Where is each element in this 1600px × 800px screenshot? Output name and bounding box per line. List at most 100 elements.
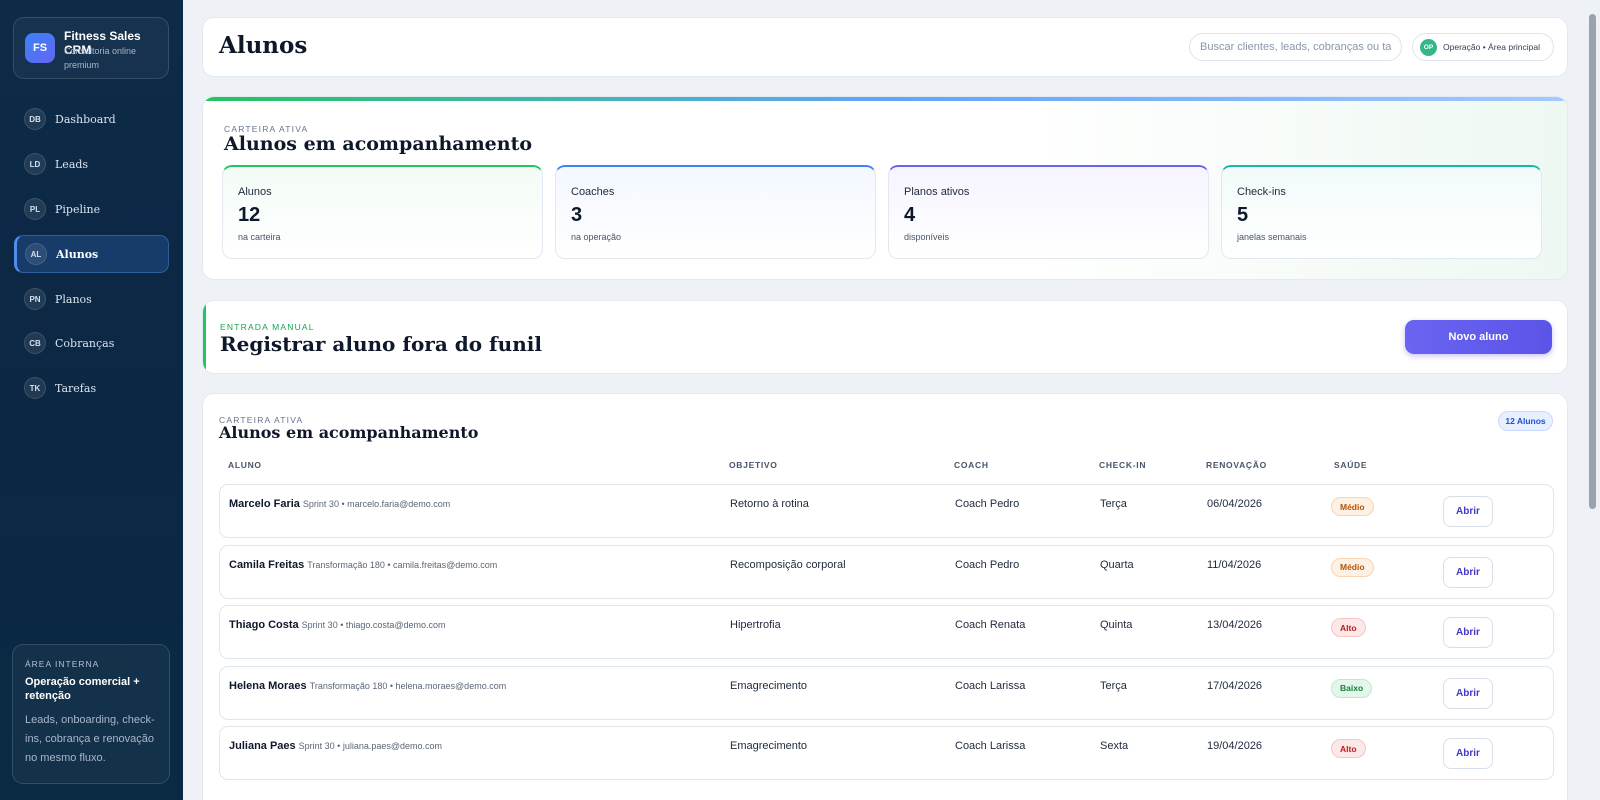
topbar: Alunos OP Operação • Área principal [202,17,1568,77]
nav-label: Planos [55,292,92,306]
student-meta: Sprint 30 • juliana.paes@demo.com [298,741,443,751]
portfolio-summary: CARTEIRA ATIVA Alunos em acompanhamento … [202,96,1568,280]
nav-badge: CB [24,332,46,354]
table-row[interactable]: Helena Moraes Transformação 180 • helena.… [219,665,1554,720]
sidebar-item-planos[interactable]: PN Planos [14,280,169,318]
accent-bar [203,301,206,373]
goal-cell: Retorno à rotina [730,498,809,510]
checkin-cell: Terça [1100,498,1127,510]
stat-card-check-ins: Check-ins 5 janelas semanais [1221,165,1542,259]
table-row[interactable]: Marcelo Faria Sprint 30 • marcelo.faria@d… [219,484,1554,538]
sidebar-item-tarefas[interactable]: TK Tarefas [14,369,169,407]
coach-cell: Coach Larissa [955,740,1026,752]
stat-sub: janelas semanais [1237,232,1307,242]
goal-cell: Emagrecimento [730,679,808,692]
goal-cell: Hipertrofia [730,619,781,631]
nav-label: Alunos [56,247,99,261]
checkin-cell: Quarta [1100,558,1134,571]
student-meta: Transformação 180 • helena.moraes@demo.c… [309,680,507,691]
student-cell: Juliana Paes Sprint 30 • juliana.paes@dem… [229,740,442,752]
scrollbar[interactable] [1589,14,1596,509]
student-name[interactable]: Juliana Paes [229,740,296,752]
open-button[interactable]: Abrir [1443,677,1493,709]
sidebar-item-leads[interactable]: LD Leads [14,145,169,183]
stat-label: Alunos [238,186,272,198]
stat-card-coaches: Coaches 3 na operação [555,165,876,259]
coach-cell: Coach Pedro [955,498,1020,510]
nav-badge: PN [24,288,46,310]
sidebar-item-alunos[interactable]: AL Alunos [14,235,169,273]
checkin-cell: Terça [1100,679,1127,692]
nav-label: Cobranças [55,336,115,350]
count-badge: 12 Alunos [1498,411,1553,431]
student-cell: Thiago Costa Sprint 30 • thiago.costa@dem… [229,619,446,631]
health-badge: Alto [1331,739,1366,758]
sidebar-item-dashboard[interactable]: DB Dashboard [14,100,169,138]
student-cell: Marcelo Faria Sprint 30 • marcelo.faria@d… [229,498,450,510]
nav-badge: TK [24,377,46,399]
health-badge: Médio [1331,557,1374,577]
renewal-cell: 13/04/2026 [1207,619,1263,631]
area-description: Leads, onboarding, check-ins, cobrança e… [25,714,155,764]
renewal-cell: 19/04/2026 [1207,740,1263,752]
student-meta: Sprint 30 • thiago.costa@demo.com [301,620,446,630]
student-cell: Camila Freitas Transformação 180 • camila… [229,559,497,571]
column-header: RENOVAÇÃO [1206,460,1267,470]
column-header: OBJETIVO [729,460,778,470]
stat-value: 12 [238,204,261,226]
renewal-cell: 17/04/2026 [1207,679,1263,692]
nav-label: Leads [55,157,89,171]
stat-label: Check-ins [1237,186,1286,198]
stat-card-alunos: Alunos 12 na carteira [222,165,543,259]
health-badge: Médio [1331,497,1374,516]
nav-badge: PL [24,198,46,220]
stat-value: 3 [571,204,583,226]
sidebar-item-cobrancas[interactable]: CB Cobranças [14,324,169,362]
sidebar-item-pipeline[interactable]: PL Pipeline [14,190,169,228]
student-meta: Sprint 30 • marcelo.faria@demo.com [302,499,451,509]
health-badge: Alto [1331,618,1366,637]
list-title: Alunos em acompanhamento [219,423,479,442]
student-cell: Helena Moraes Transformação 180 • helena.… [229,680,506,692]
nav-badge: LD [24,153,46,175]
open-button[interactable]: Abrir [1443,556,1493,588]
open-button[interactable]: Abrir [1443,496,1493,527]
checkin-cell: Sexta [1100,740,1129,752]
nav-badge: DB [24,108,46,130]
coach-cell: Coach Renata [955,619,1026,631]
table-row[interactable]: Camila Freitas Transformação 180 • camila… [219,544,1554,599]
coach-cell: Coach Larissa [955,679,1026,692]
stat-sub: na carteira [238,232,281,242]
checkin-cell: Quinta [1100,619,1133,631]
nav-label: Tarefas [55,381,97,395]
nav-label: Pipeline [55,202,101,216]
nav-label: Dashboard [55,112,116,126]
student-name[interactable]: Helena Moraes [229,680,307,692]
coach-cell: Coach Pedro [955,558,1020,571]
stat-value: 5 [1237,204,1249,226]
nav-badge: AL [25,243,47,265]
user-menu[interactable]: OP Operação • Área principal [1412,33,1554,61]
brand-logo: FS [25,33,55,63]
new-student-button[interactable]: Novo aluno [1405,320,1552,354]
search-input[interactable] [1189,33,1402,61]
stat-value: 4 [904,204,916,226]
student-name[interactable]: Thiago Costa [229,619,299,631]
page-title: Alunos [219,32,308,59]
area-kicker: ÁREA INTERNA [25,659,100,669]
table-row[interactable]: Juliana Paes Sprint 30 • juliana.paes@dem… [219,726,1554,780]
table-row[interactable]: Thiago Costa Sprint 30 • thiago.costa@dem… [219,605,1554,659]
brand-card[interactable]: FS Fitness Sales CRM Consultoria online … [13,17,169,79]
goal-cell: Emagrecimento [730,740,808,752]
column-header: COACH [954,460,989,470]
hero-title: Alunos em acompanhamento [224,133,533,155]
open-button[interactable]: Abrir [1443,617,1493,648]
area-title: Operação comercial + retenção [25,676,140,702]
student-name[interactable]: Camila Freitas [229,559,304,571]
student-name[interactable]: Marcelo Faria [229,498,300,510]
column-header: ALUNO [228,460,262,470]
manual-entry-card: ENTRADA MANUAL Registrar aluno fora do f… [202,300,1568,374]
stat-sub: disponíveis [904,232,950,242]
open-button[interactable]: Abrir [1443,738,1493,769]
goal-cell: Recomposição corporal [730,558,846,571]
